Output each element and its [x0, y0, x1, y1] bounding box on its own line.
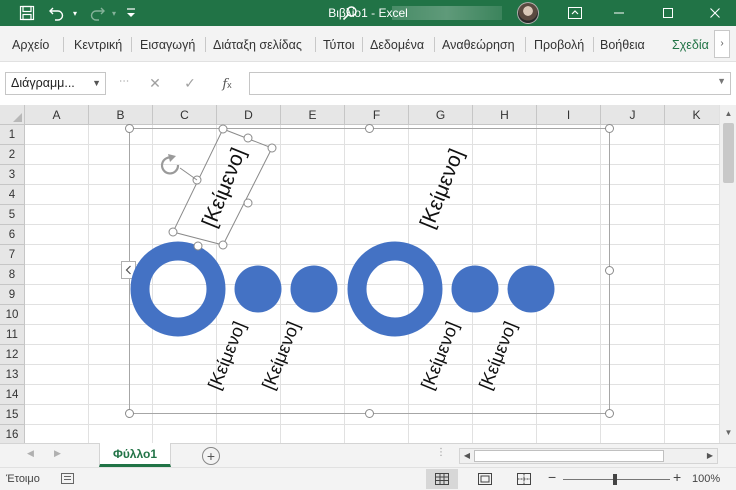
tab-formulas[interactable]: Τύποι: [323, 26, 355, 62]
normal-view-button[interactable]: [426, 469, 458, 489]
formula-input[interactable]: ▼: [249, 72, 731, 95]
redo-icon[interactable]: [86, 3, 108, 23]
status-ready: Έτοιμο: [6, 473, 40, 485]
shape-text-label[interactable]: [Κείμενο]: [417, 319, 462, 393]
rotate-icon[interactable]: [160, 154, 180, 175]
ribbon-display-icon[interactable]: [565, 3, 585, 23]
undo-icon[interactable]: [46, 3, 68, 23]
macro-recording-icon[interactable]: [61, 473, 74, 484]
title-bar: ▾ ▾ Βιβλίο1 - Excel: [0, 0, 736, 26]
redo-dropdown-icon[interactable]: ▾: [108, 3, 120, 23]
tab-separator: [205, 37, 206, 52]
tab-separator: [362, 37, 363, 52]
name-box-value: Διάγραμμ...: [11, 76, 75, 90]
resize-handle[interactable]: [125, 409, 134, 418]
save-icon[interactable]: [16, 3, 38, 23]
zoom-slider-thumb[interactable]: [613, 474, 617, 485]
tab-help[interactable]: Βοήθεια: [600, 26, 645, 62]
enter-check-icon[interactable]: ✓: [178, 72, 202, 95]
shape-text-label[interactable]: [Κείμενο]: [475, 319, 520, 393]
tab-page-layout[interactable]: Διάταξη σελίδας: [213, 26, 302, 62]
cancel-icon[interactable]: ✕: [143, 72, 167, 95]
zoom-in-icon[interactable]: +: [673, 469, 681, 485]
donut-shape[interactable]: [130, 241, 226, 337]
scroll-right-icon[interactable]: ▶: [703, 449, 717, 463]
scroll-thumb[interactable]: [723, 123, 734, 183]
shape-text-label[interactable]: [Κείμενο]: [258, 319, 303, 393]
tab-split-handle-icon[interactable]: ⋮: [436, 447, 446, 458]
next-sheet-icon[interactable]: ▶: [54, 448, 61, 459]
search-box[interactable]: [392, 6, 502, 20]
horizontal-scrollbar[interactable]: ◀ ▶: [459, 448, 718, 464]
previous-sheet-icon[interactable]: ◀: [27, 448, 34, 459]
smartart-graphic[interactable]: [Κείμενο] [Κείμενο] [Κείμενο] [Κείμενο] …: [0, 105, 736, 443]
resize-handle[interactable]: [365, 124, 374, 133]
scroll-left-icon[interactable]: ◀: [460, 449, 474, 463]
tab-separator: [593, 37, 594, 52]
sheet-tab-bar: ◀ ▶ Φύλλο1 + ⋮ ◀ ▶: [0, 443, 736, 467]
ribbon-scroll-right-icon[interactable]: ›: [714, 30, 730, 58]
rotation-handle-connector: [179, 167, 198, 181]
shape-handle[interactable]: [218, 124, 228, 134]
worksheet-grid[interactable]: A B C D E F G H I J K 1 2 3 4 5 6 7 8 9 …: [0, 105, 736, 443]
shape-text-label[interactable]: [Κείμενο]: [204, 319, 249, 393]
formula-bar-row: Διάγραμμ... ▼ ⋮ ✕ ✓ fx ▼: [0, 62, 736, 105]
scroll-down-icon[interactable]: ▼: [721, 425, 736, 440]
search-icon[interactable]: [340, 3, 360, 23]
page-layout-view-button[interactable]: [469, 469, 501, 489]
horizontal-scroll-thumb[interactable]: [474, 450, 664, 462]
circle-shape[interactable]: [290, 265, 338, 313]
shape-handle[interactable]: [267, 143, 277, 153]
zoom-out-icon[interactable]: −: [548, 469, 556, 485]
scroll-up-icon[interactable]: ▲: [721, 106, 736, 121]
customize-quick-access-icon[interactable]: [124, 3, 138, 23]
shape-handle[interactable]: [243, 198, 253, 208]
insert-function-icon[interactable]: fx: [215, 72, 239, 95]
shape-handle[interactable]: [168, 227, 178, 237]
tab-insert[interactable]: Εισαγωγή: [140, 26, 195, 62]
tab-separator: [434, 37, 435, 52]
undo-dropdown-icon[interactable]: ▾: [69, 3, 81, 23]
shape-text-label[interactable]: [Κείμενο]: [416, 146, 469, 232]
page-break-preview-button[interactable]: [508, 469, 540, 489]
resize-handle[interactable]: [605, 266, 614, 275]
tab-smartart-design[interactable]: Σχεδία: [672, 26, 712, 62]
tab-view[interactable]: Προβολή: [534, 26, 584, 62]
zoom-level[interactable]: 100%: [692, 473, 720, 485]
tab-separator: [63, 37, 64, 52]
shape-text-label[interactable]: [Κείμενο]: [198, 145, 251, 231]
resize-handle-icon[interactable]: ⋮: [118, 76, 129, 85]
circle-shape[interactable]: [451, 265, 499, 313]
ribbon-tabs: Αρχείο Κεντρική Εισαγωγή Διάταξη σελίδας…: [0, 26, 736, 62]
tab-separator: [131, 37, 132, 52]
shape-handle[interactable]: [243, 133, 253, 143]
minimize-icon[interactable]: [608, 3, 630, 23]
sheet-tab-active[interactable]: Φύλλο1: [99, 443, 171, 467]
title-separator: -: [367, 6, 379, 20]
tab-separator: [315, 37, 316, 52]
plus-icon[interactable]: +: [202, 447, 220, 465]
resize-handle[interactable]: [365, 409, 374, 418]
tab-separator: [525, 37, 526, 52]
circle-shape[interactable]: [234, 265, 282, 313]
vertical-scrollbar[interactable]: ▲ ▼: [719, 105, 736, 443]
resize-handle[interactable]: [605, 124, 614, 133]
tab-review[interactable]: Αναθεώρηση: [442, 26, 515, 62]
tab-home[interactable]: Κεντρική: [74, 26, 122, 62]
tab-file[interactable]: Αρχείο: [12, 26, 49, 62]
resize-handle[interactable]: [605, 409, 614, 418]
shape-handle[interactable]: [193, 241, 203, 251]
circle-shape[interactable]: [507, 265, 555, 313]
account-avatar[interactable]: [517, 2, 539, 24]
status-bar: Έτοιμο − + 100%: [0, 467, 736, 490]
resize-handle[interactable]: [125, 124, 134, 133]
name-box[interactable]: Διάγραμμ... ▼: [5, 72, 106, 95]
expand-formula-bar-icon[interactable]: ▼: [717, 76, 726, 86]
close-icon[interactable]: [704, 3, 726, 23]
donut-shape[interactable]: [347, 241, 443, 337]
tab-data[interactable]: Δεδομένα: [370, 26, 424, 62]
chevron-down-icon[interactable]: ▼: [92, 73, 101, 94]
maximize-icon[interactable]: [657, 3, 679, 23]
shape-handle[interactable]: [218, 240, 228, 250]
